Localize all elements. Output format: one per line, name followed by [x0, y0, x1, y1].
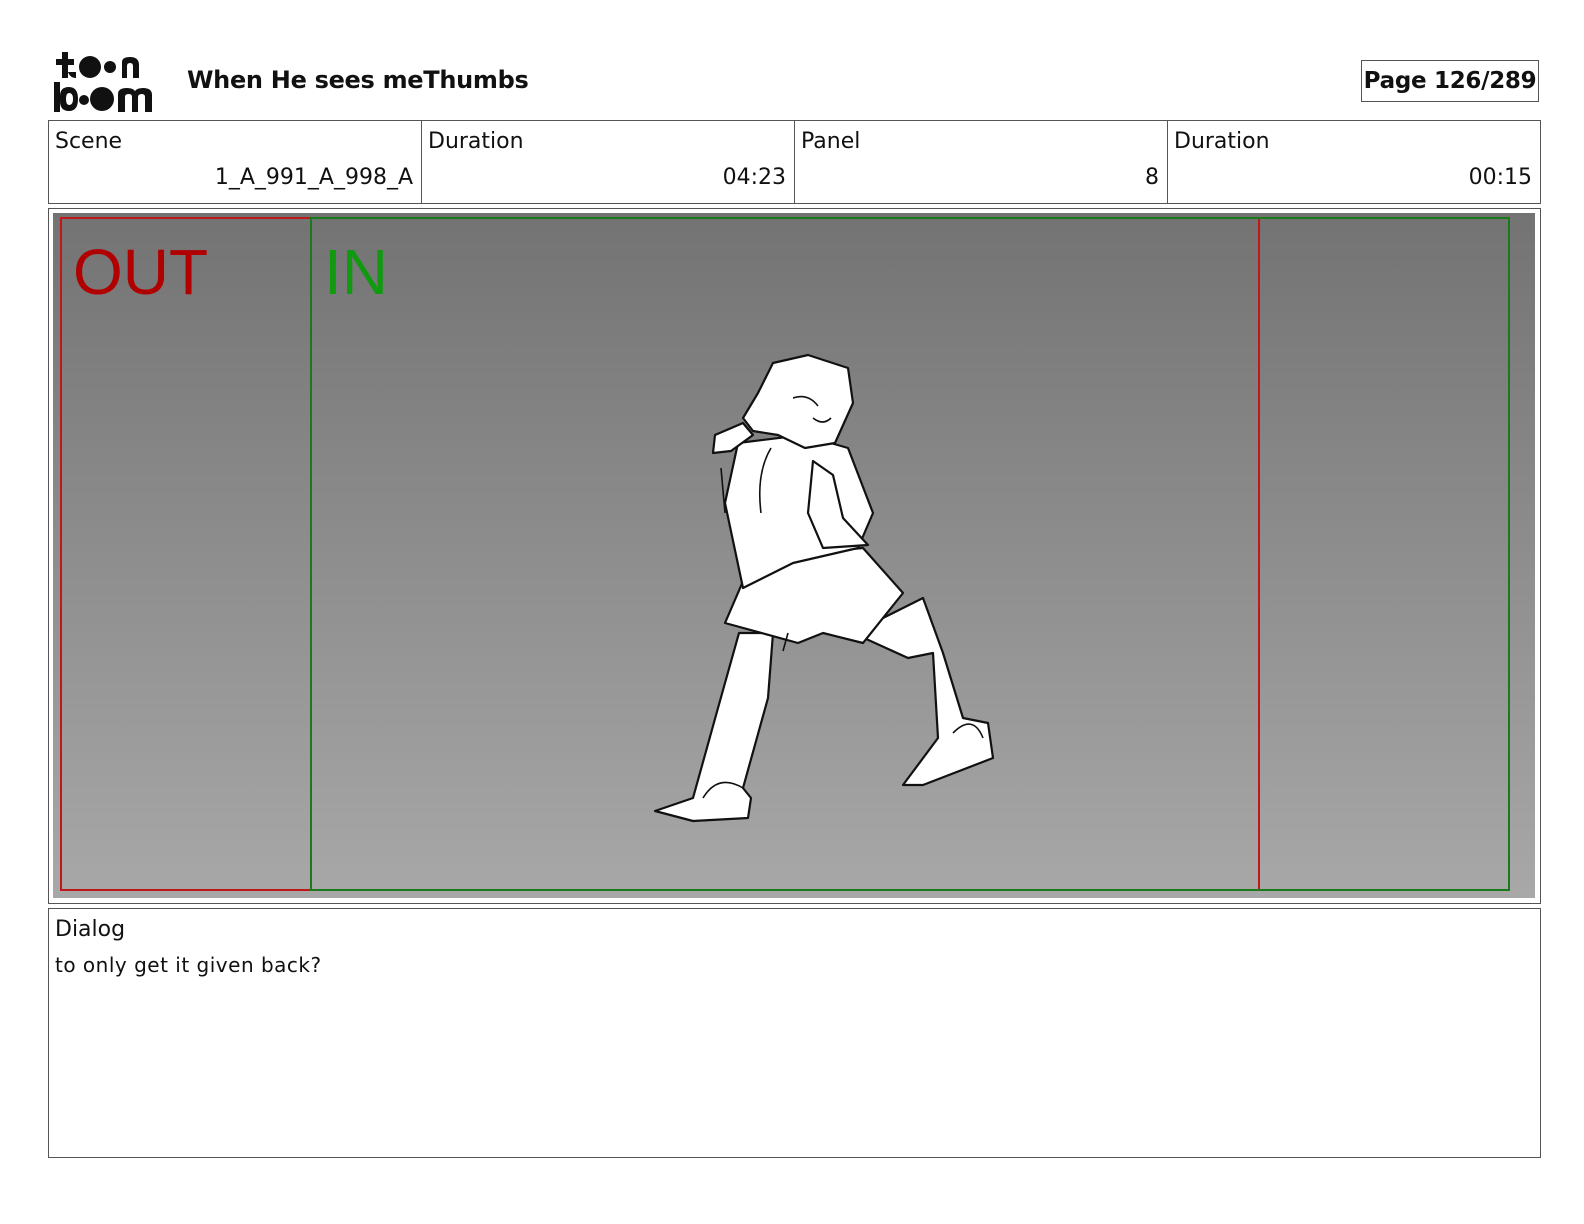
panel-duration-value: 00:15	[1468, 165, 1532, 190]
in-label: IN	[324, 236, 388, 308]
dialog-label: Dialog	[55, 917, 126, 942]
out-frame	[60, 217, 1260, 891]
panel-duration-label: Duration	[1174, 129, 1270, 154]
scene-cell: Scene 1_A_991_A_998_A	[49, 121, 422, 203]
scene-value: 1_A_991_A_998_A	[214, 165, 413, 190]
scene-info-row: Scene 1_A_991_A_998_A Duration 04:23 Pan…	[48, 120, 1541, 204]
scene-duration-value: 04:23	[722, 165, 786, 190]
character-sketch	[653, 353, 995, 823]
panel-frame: OUT IN	[48, 208, 1541, 904]
in-frame	[310, 217, 1510, 891]
dialog-text: to only get it given back?	[55, 953, 322, 977]
out-label: OUT	[73, 236, 209, 308]
camera-frames	[60, 217, 1510, 891]
document-title: When He sees meThumbs	[187, 66, 529, 94]
scene-duration-label: Duration	[428, 129, 524, 154]
scene-label: Scene	[55, 129, 123, 154]
scene-duration-cell: Duration 04:23	[422, 121, 795, 203]
panel-duration-cell: Duration 00:15	[1168, 121, 1540, 203]
page-number: Page 126/289	[1361, 60, 1539, 102]
panel-value: 8	[1145, 165, 1159, 190]
panel-image: OUT IN	[53, 213, 1535, 898]
panel-cell: Panel 8	[795, 121, 1168, 203]
dialog-box: Dialog to only get it given back?	[48, 908, 1541, 1158]
toon-boom-logo	[54, 52, 152, 112]
panel-label: Panel	[801, 129, 861, 154]
